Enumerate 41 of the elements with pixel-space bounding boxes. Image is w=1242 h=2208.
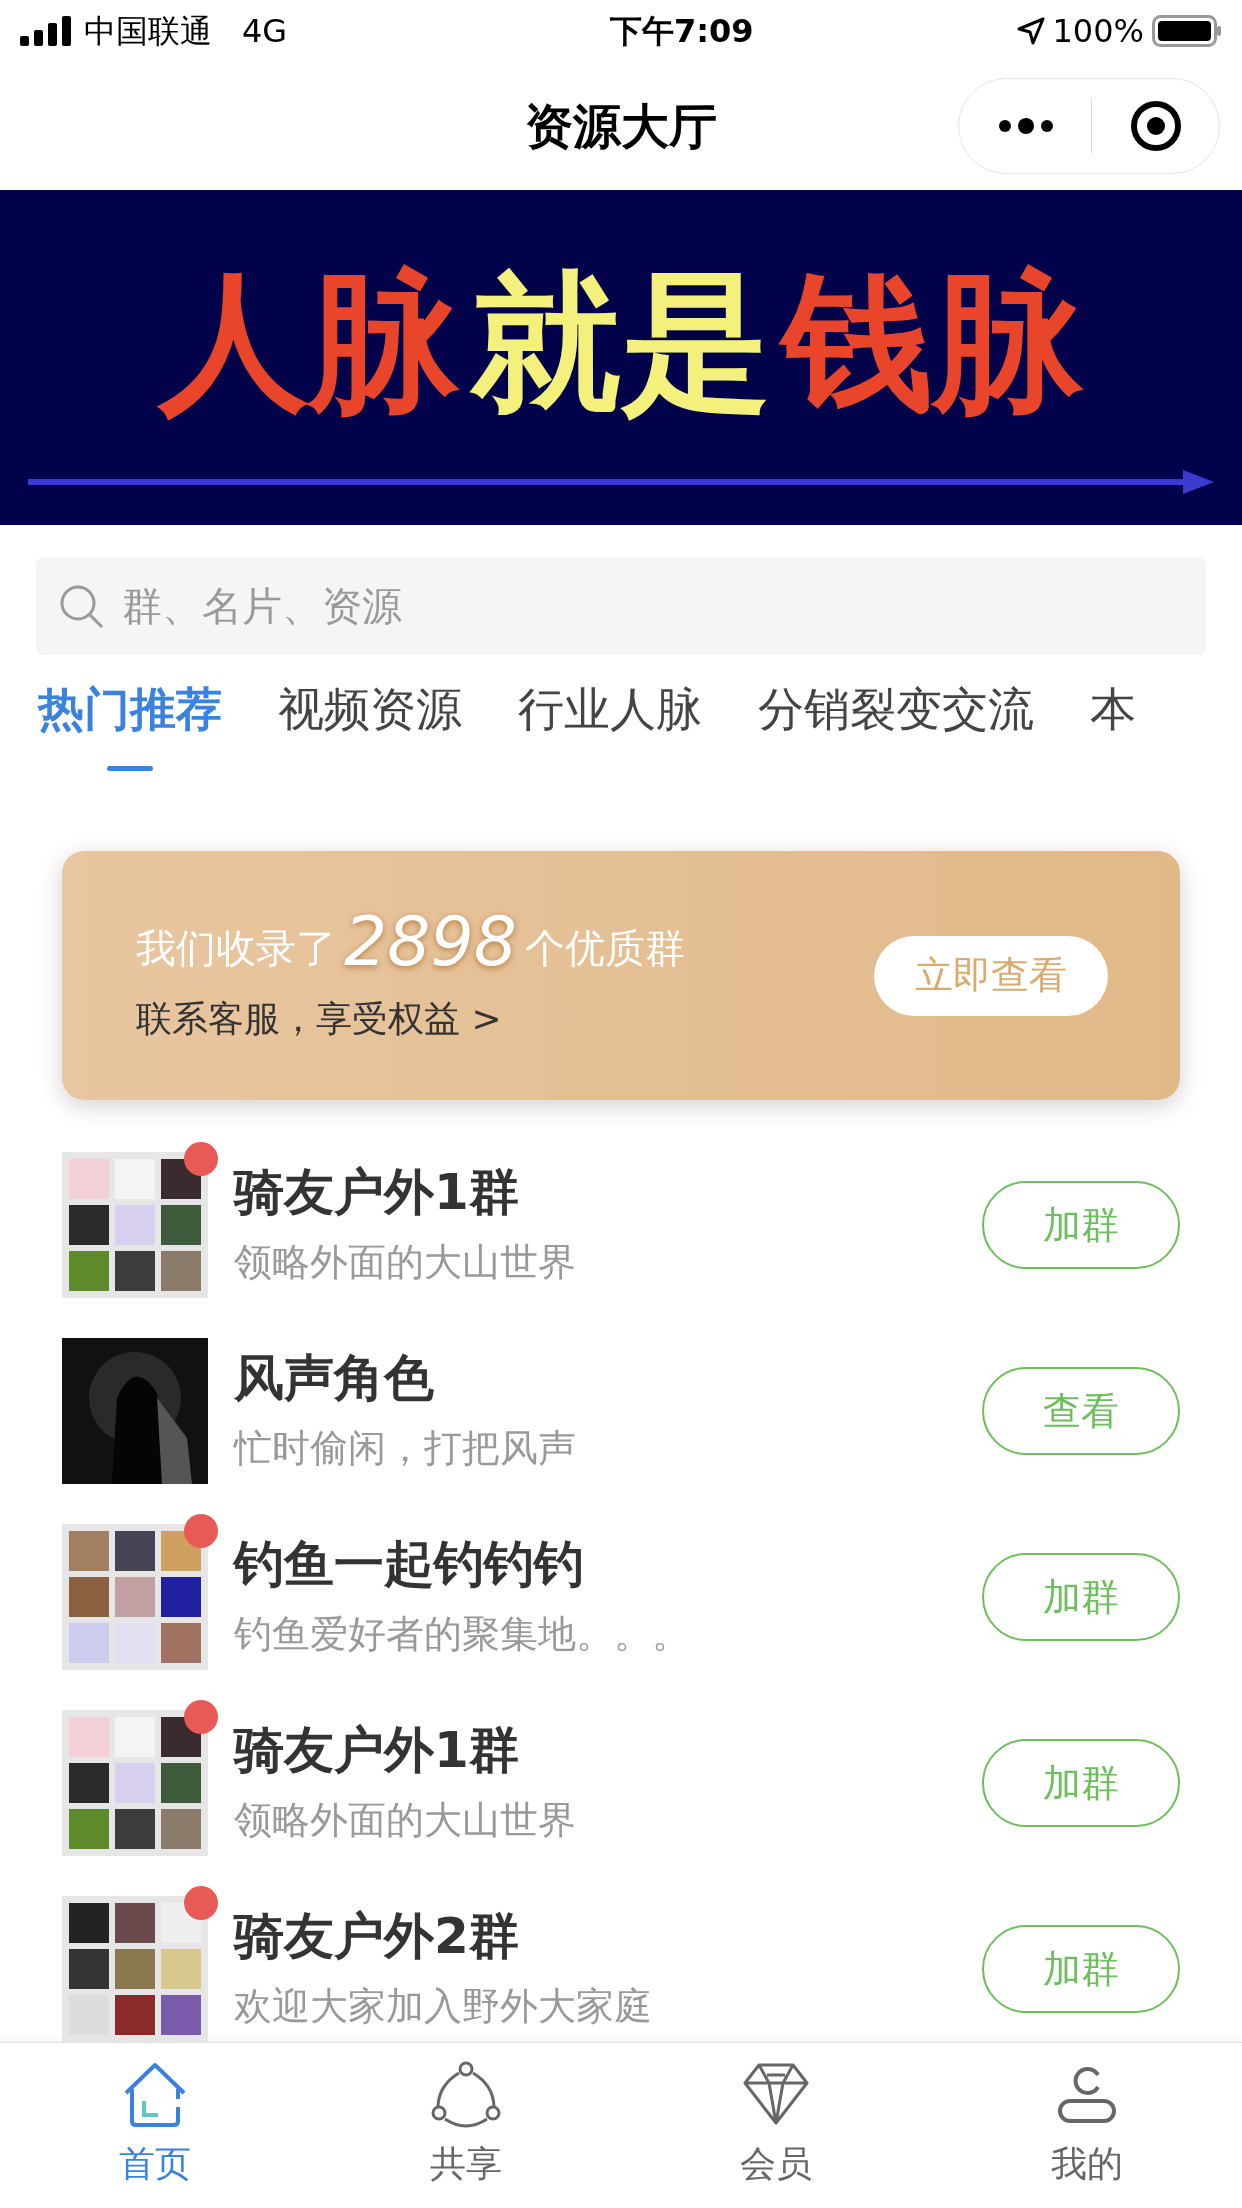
category-tab[interactable]: 热门推荐 [36,675,224,744]
share-icon [430,2060,501,2129]
banner-slogan: 人脉 [156,256,461,429]
group-description: 钓鱼爱好者的聚集地。。。 [234,1610,691,1658]
network-type: 4G [242,11,288,52]
group-description: 忙时偷闲，打把风声 [234,1424,577,1472]
tab-bar-item[interactable]: 首页 [0,2043,311,2208]
group-name: 骑友户外2群 [234,1905,520,1967]
tab-bar-item[interactable]: 会员 [621,2043,932,2208]
carrier-name: 中国联通 [84,11,212,52]
group-description: 领略外面的大山世界 [234,1796,577,1844]
group-name: 骑友户外1群 [234,1161,520,1223]
group-name: 骑友户外1群 [234,1719,520,1781]
group-description: 领略外面的大山世界 [234,1238,577,1286]
clock: 下午7:09 [609,11,754,52]
category-tab[interactable]: 分销裂变交流 [756,675,1036,744]
banner[interactable]: 人脉就是钱脉 [0,190,1242,525]
battery-icon [1152,15,1222,47]
page-title: 资源大厅 [525,97,717,156]
category-tab[interactable]: 行业人脉 [516,675,704,744]
promo-text: 我们收录了 [136,923,336,973]
banner-slogan: 就是 [468,256,772,429]
group-name: 钓鱼一起钓钓钓 [234,1533,585,1595]
group-row[interactable]: 风声角色 忙时偷闲，打把风声 查看 [0,1328,1242,1514]
close-icon[interactable] [1130,100,1182,152]
group-count: 2898 [344,905,518,978]
category-tab[interactable]: 本 [1088,675,1138,744]
group-description: 欢迎大家加入野外大家庭 [234,1982,653,2030]
signal-icon [20,16,72,46]
category-tab[interactable]: 视频资源 [276,675,464,744]
tab-bar-item[interactable]: 我的 [931,2043,1242,2208]
search-field[interactable]: 群、名片、资源 [36,557,1206,655]
banner-slogan: 钱脉 [777,256,1089,429]
battery-level: 100% [1052,11,1144,52]
promo-text: 个优质群 [525,923,686,973]
group-name: 风声角色 [234,1347,435,1409]
contact-link[interactable]: 联系客服，享受权益 > [136,991,686,1046]
tab-bar-item[interactable]: 共享 [310,2043,621,2208]
location-icon [1016,17,1045,45]
more-icon[interactable] [997,116,1055,136]
search-icon [58,583,104,629]
